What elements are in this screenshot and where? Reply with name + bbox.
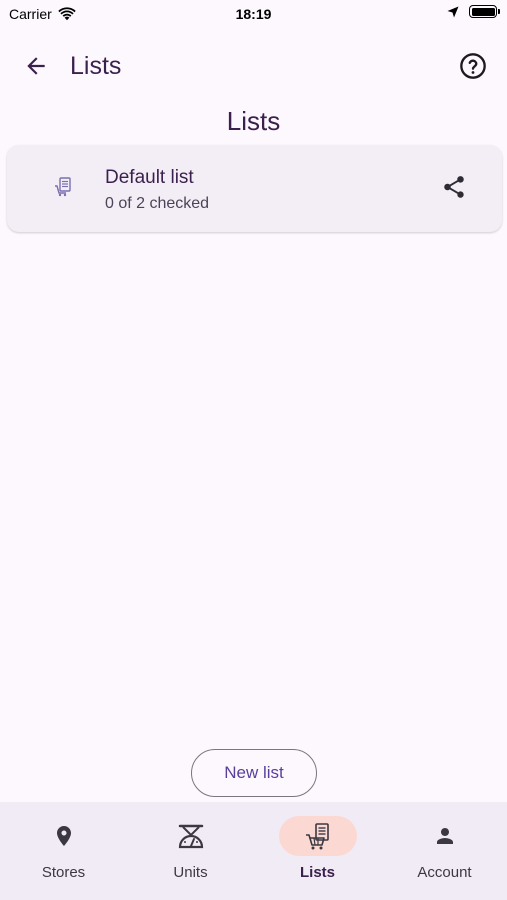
app-bar: Lists <box>0 40 507 92</box>
arrow-left-icon <box>27 57 45 75</box>
scale-icon <box>178 824 203 849</box>
nav-label-units: Units <box>173 864 208 881</box>
shopping-list-icon <box>55 177 71 197</box>
location-pin-icon <box>56 826 71 846</box>
nav-label-account: Account <box>417 864 472 881</box>
status-bar: Carrier 18:19 <box>0 0 507 30</box>
back-button[interactable] <box>16 46 56 86</box>
nav-item-units[interactable]: Units <box>127 802 254 900</box>
person-icon <box>436 828 453 844</box>
new-list-button[interactable]: New list <box>191 749 317 797</box>
nav-item-stores[interactable]: Stores <box>0 802 127 900</box>
share-icon <box>444 176 464 198</box>
nav-item-lists[interactable]: Lists <box>254 802 381 900</box>
bottom-navigation: Stores Units Lists Account <box>0 802 507 900</box>
nav-label-stores: Stores <box>41 864 86 881</box>
status-indicators <box>447 5 500 18</box>
list-name: Default list <box>105 167 194 188</box>
nav-item-account[interactable]: Account <box>381 802 507 900</box>
clock: 18:19 <box>235 6 272 22</box>
location-arrow-icon <box>447 6 459 17</box>
app-bar-title: Lists <box>70 52 122 80</box>
list-status: 0 of 2 checked <box>105 195 210 212</box>
battery-icon <box>469 5 500 18</box>
help-circle-icon <box>460 53 486 79</box>
nav-label-lists: Lists <box>299 864 335 881</box>
page-title: Lists <box>226 106 281 136</box>
share-button[interactable] <box>440 173 468 201</box>
help-button[interactable] <box>453 46 493 86</box>
shopping-list-icon <box>305 823 329 850</box>
list-item[interactable]: Default list 0 of 2 checked <box>7 145 502 232</box>
